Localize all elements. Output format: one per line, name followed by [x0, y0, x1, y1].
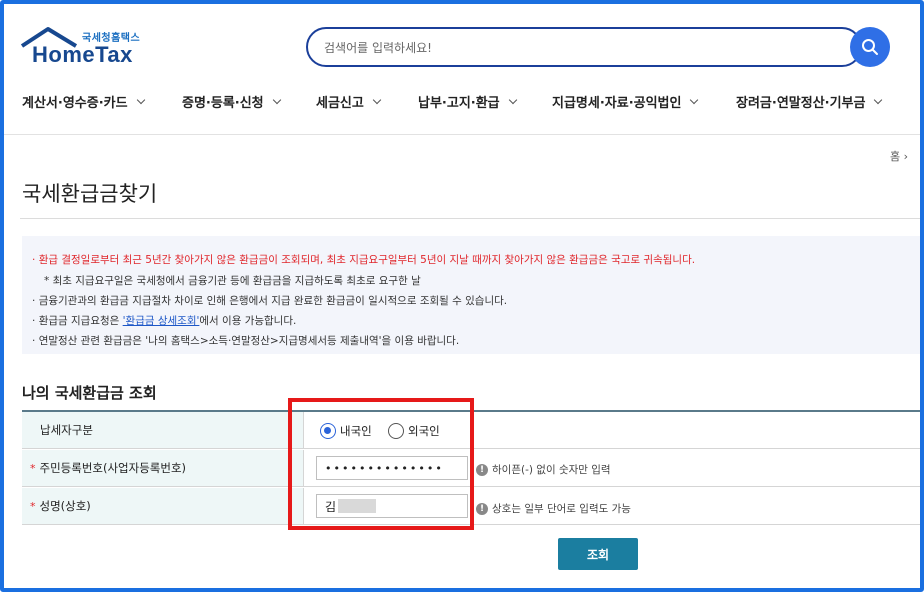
- taxpayer-type-label: 납세자구분: [22, 412, 304, 448]
- notice-text: 환급금 지급요청은: [38, 315, 123, 327]
- info-icon: !: [476, 502, 488, 515]
- name-row: * 성명(상호) ! 상호는 일부 단어로 입력도 가능: [22, 488, 924, 525]
- notice-text: 에서 이용 가능합니다.: [199, 315, 297, 327]
- breadcrumb: 홈 ›: [890, 148, 908, 164]
- nav-item-statements[interactable]: 지급명세·자료·공익법인: [552, 92, 699, 111]
- refund-detail-link[interactable]: '환급금 상세조회': [123, 315, 200, 327]
- breadcrumb-separator: ›: [903, 150, 909, 163]
- label-text: 주민등록번호(사업자등록번호): [39, 461, 187, 475]
- name-label: * 성명(상호): [22, 488, 304, 524]
- nav-label: 지급명세·자료·공익법인: [552, 96, 682, 111]
- hint-text: 상호는 일부 단어로 입력도 가능: [492, 503, 631, 515]
- nav-item-tax-return[interactable]: 세금신고: [316, 92, 382, 111]
- search-input[interactable]: [324, 38, 824, 58]
- hometax-logo[interactable]: 국세청홈택스 HomeTax: [20, 26, 150, 70]
- taxpayer-type-row: 납세자구분 내국인 외국인: [22, 412, 924, 449]
- title-divider: [20, 218, 924, 219]
- nav-label: 계산서·영수증·카드: [22, 96, 128, 111]
- search-icon: [862, 39, 878, 55]
- refund-lookup-form: 납세자구분 내국인 외국인 * 주민등록번호(사업자등록번호) ! 하이픈(-)…: [22, 410, 924, 525]
- id-number-label: * 주민등록번호(사업자등록번호): [22, 450, 304, 486]
- notice-text: 금융기관과의 환급금 지급절차 차이로 인해 은행에서 지급 완료한 환급금이 …: [38, 295, 508, 307]
- notice-text: 연말정산 관련 환급금은 '나의 홈택스>소득·연말정산>지급명세서등 제출내역…: [38, 335, 460, 347]
- chevron-down-icon: [272, 95, 281, 104]
- nav-label: 증명·등록·신청: [182, 96, 264, 111]
- notice-line-2: * 최초 지급요구일은 국세청에서 금융기관 등에 환급금을 지급하도록 최초로…: [44, 273, 421, 288]
- lookup-button[interactable]: 조회: [558, 538, 638, 570]
- redacted-name: [338, 499, 376, 513]
- nav-item-invoice[interactable]: 계산서·영수증·카드: [22, 92, 145, 111]
- logo-title: HomeTax: [32, 42, 133, 67]
- radio-label: 외국인: [408, 424, 440, 438]
- notice-line-5: · 연말정산 관련 환급금은 '나의 홈택스>소득·연말정산>지급명세서등 제출…: [32, 335, 460, 347]
- label-text: 성명(상호): [39, 499, 91, 513]
- notice-text: * 최초 지급요구일은 국세청에서 금융기관 등에 환급금을 지급하도록 최초로…: [44, 275, 421, 287]
- nav-label: 장려금·연말정산·기부금: [736, 96, 866, 111]
- radio-domestic[interactable]: 내국인: [320, 423, 372, 439]
- id-number-input[interactable]: [316, 456, 468, 480]
- search-button[interactable]: [850, 27, 890, 67]
- nav-label: 납부·고지·환급: [418, 96, 500, 111]
- hint-text: 하이픈(-) 없이 숫자만 입력: [492, 464, 611, 476]
- nav-divider: [4, 134, 924, 135]
- notice-text: 환급 결정일로부터 최근 5년간 찾아가지 않은 환급금이 조회되며, 최초 지…: [38, 254, 696, 266]
- chevron-down-icon: [136, 95, 145, 104]
- chevron-down-icon: [874, 95, 883, 104]
- radio-checked-icon: [320, 423, 336, 439]
- nav-label: 세금신고: [316, 96, 364, 111]
- required-mark: *: [30, 461, 36, 475]
- notice-line-1: · 환급 결정일로부터 최근 5년간 찾아가지 않은 환급금이 조회되며, 최초…: [32, 254, 696, 266]
- nav-item-certificate[interactable]: 증명·등록·신청: [182, 92, 281, 111]
- id-number-row: * 주민등록번호(사업자등록번호) ! 하이픈(-) 없이 숫자만 입력: [22, 450, 924, 487]
- notice-line-3: · 금융기관과의 환급금 지급절차 차이로 인해 은행에서 지급 완료한 환급금…: [32, 295, 508, 307]
- required-mark: *: [30, 499, 36, 513]
- chevron-down-icon: [508, 95, 517, 104]
- main-nav: 계산서·영수증·카드 증명·등록·신청 세금신고 납부·고지·환급 지급명세·자…: [0, 92, 924, 114]
- id-hint: ! 하이픈(-) 없이 숫자만 입력: [476, 462, 611, 477]
- notice-box: · 환급 결정일로부터 최근 5년간 찾아가지 않은 환급금이 조회되며, 최초…: [22, 236, 924, 354]
- search-box: [306, 27, 862, 67]
- notice-line-4: · 환급금 지급요청은 '환급금 상세조회'에서 이용 가능합니다.: [32, 315, 297, 327]
- radio-foreign[interactable]: 외국인: [388, 423, 440, 439]
- info-icon: !: [476, 463, 488, 476]
- nav-item-incentive[interactable]: 장려금·연말정산·기부금: [736, 92, 883, 111]
- nav-item-payment[interactable]: 납부·고지·환급: [418, 92, 517, 111]
- chevron-down-icon: [690, 95, 699, 104]
- breadcrumb-home[interactable]: 홈: [890, 150, 900, 163]
- radio-label: 내국인: [340, 424, 372, 438]
- radio-unchecked-icon: [388, 423, 404, 439]
- page-title: 국세환급금찾기: [22, 182, 158, 206]
- section-title: 나의 국세환급금 조회: [22, 384, 157, 402]
- chevron-down-icon: [372, 95, 382, 104]
- name-hint: ! 상호는 일부 단어로 입력도 가능: [476, 501, 631, 516]
